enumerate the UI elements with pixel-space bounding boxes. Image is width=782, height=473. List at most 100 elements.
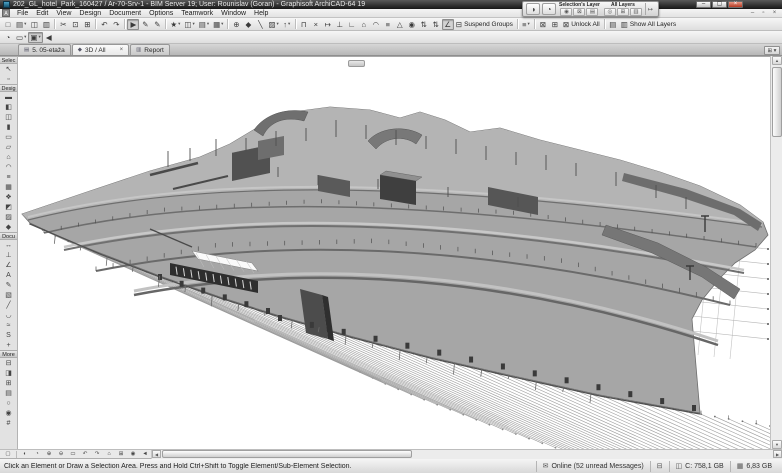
align-elements-button[interactable]: ≡ bbox=[382, 19, 394, 30]
fit-in-window-icon[interactable]: ▭ bbox=[67, 450, 79, 458]
element-information-button[interactable]: ▶ bbox=[127, 19, 139, 30]
toolbox-section-selec[interactable]: Selec bbox=[0, 56, 17, 64]
tab-floor-plan[interactable]: ▤5. 05-etaža bbox=[18, 44, 71, 55]
redo-button[interactable]: ↷ bbox=[110, 19, 122, 30]
close-button[interactable]: × bbox=[728, 1, 743, 8]
memory-status[interactable]: ▦6,83 GB bbox=[730, 461, 778, 472]
minimize-button[interactable]: – bbox=[696, 1, 711, 8]
menu-window[interactable]: Window bbox=[217, 9, 250, 18]
orientation-combo-button[interactable]: ↑▾ bbox=[281, 19, 293, 30]
beam-tool[interactable]: ▭ bbox=[1, 132, 16, 142]
tab-report[interactable]: ▥Report bbox=[130, 44, 170, 55]
teamwork-status[interactable]: ✉Online (52 unread Messages) bbox=[536, 461, 650, 472]
show-all-layers-button[interactable]: ▥Show All Layers bbox=[619, 19, 678, 30]
draw-segment-button[interactable]: ╲ bbox=[254, 19, 266, 30]
curve-edit-button[interactable]: ◠ bbox=[370, 19, 382, 30]
vertical-scroll-thumb[interactable] bbox=[772, 67, 782, 137]
scroll-right-icon[interactable]: ▶ bbox=[773, 450, 782, 458]
zone-tool[interactable]: ◩ bbox=[1, 202, 16, 212]
menu-teamwork[interactable]: Teamwork bbox=[177, 9, 217, 18]
menu-options[interactable]: Options bbox=[145, 9, 177, 18]
doc-close-button[interactable]: × bbox=[770, 9, 779, 17]
horizontal-scrollbar[interactable]: ◀ ▶ bbox=[151, 450, 782, 459]
worksheet-tool[interactable]: ▤ bbox=[1, 388, 16, 398]
wall-tool[interactable]: ▬ bbox=[1, 92, 16, 102]
elevate-elements-button[interactable]: △ bbox=[394, 19, 406, 30]
marquee-tool[interactable]: ▫ bbox=[1, 74, 16, 84]
stair-tool[interactable]: ≡ bbox=[1, 172, 16, 182]
quick-layer-cycle-icon[interactable]: ◔ bbox=[542, 3, 556, 15]
horizontal-scroll-thumb[interactable] bbox=[162, 450, 412, 458]
toolbox-section-docu[interactable]: Docu bbox=[0, 232, 17, 240]
adjust-elements-button[interactable]: ↦ bbox=[322, 19, 334, 30]
lock-selection-layer-icon[interactable]: ⊠ bbox=[573, 8, 585, 16]
door-tool[interactable]: ◧ bbox=[1, 102, 16, 112]
pan-icon[interactable]: ◐ bbox=[19, 450, 31, 458]
orbit-view-button[interactable]: ◔ bbox=[2, 32, 14, 43]
home-view-icon[interactable]: ⌂ bbox=[103, 450, 115, 458]
section-tool[interactable]: ⊟ bbox=[1, 358, 16, 368]
tab-list-button[interactable]: ⊞ ▾ bbox=[764, 46, 780, 55]
toolbox-section-desig[interactable]: Desig bbox=[0, 84, 17, 92]
tab-3d-all[interactable]: ◆3D / All× bbox=[72, 44, 129, 55]
open-file-button[interactable]: ▤▾ bbox=[14, 19, 28, 30]
spline-tool[interactable]: S bbox=[1, 330, 16, 340]
roof-accessories-button[interactable]: ⌂ bbox=[358, 19, 370, 30]
shell-tool[interactable]: ◠ bbox=[1, 162, 16, 172]
elevation-tool[interactable]: ◨ bbox=[1, 368, 16, 378]
group-elements-button[interactable]: ⇅ bbox=[418, 19, 430, 30]
snap-guides-button[interactable]: ∠ bbox=[442, 19, 454, 30]
ungroup-elements-button[interactable]: ⇅ bbox=[430, 19, 442, 30]
curtain-wall-tool[interactable]: ▦ bbox=[1, 182, 16, 192]
unlock-elements-button[interactable]: ⊞ bbox=[549, 19, 561, 30]
menu-edit[interactable]: Edit bbox=[32, 9, 52, 18]
undo-button[interactable]: ↶ bbox=[98, 19, 110, 30]
vertical-scrollbar[interactable]: ▲ ▼ bbox=[770, 56, 782, 449]
quick-options-icon[interactable]: ▢ bbox=[2, 450, 14, 458]
menu-design[interactable]: Design bbox=[75, 9, 105, 18]
zoom-out-icon[interactable]: ⊖ bbox=[55, 450, 67, 458]
hide-selection-layer-icon[interactable]: ◉ bbox=[560, 8, 572, 16]
view-settings-icon[interactable]: ◄ bbox=[139, 450, 151, 458]
camera-tool[interactable]: ◉ bbox=[1, 408, 16, 418]
new-file-button[interactable]: □ bbox=[2, 19, 14, 30]
menu-view[interactable]: View bbox=[52, 9, 75, 18]
scroll-up-icon[interactable]: ▲ bbox=[772, 56, 782, 65]
disk-space-status[interactable]: ◫C: 758,1 GB bbox=[669, 461, 730, 472]
interior-elevation-tool[interactable]: ⊞ bbox=[1, 378, 16, 388]
favorites-combo-button[interactable]: ★▾ bbox=[168, 19, 182, 30]
print-button[interactable]: ▥ bbox=[40, 19, 52, 30]
layer-combo-button[interactable]: ▤▾ bbox=[197, 19, 211, 30]
fillet-chamfer-button[interactable]: ∟ bbox=[346, 19, 358, 30]
fill-style-combo-button[interactable]: ▨▾ bbox=[266, 19, 280, 30]
level-dimension-tool[interactable]: ⊥ bbox=[1, 250, 16, 260]
reset-all-layers-icon[interactable]: ▥ bbox=[630, 8, 642, 16]
orbit-icon[interactable]: ◔ bbox=[31, 450, 43, 458]
slab-tool[interactable]: ▱ bbox=[1, 142, 16, 152]
intersect-elements-button[interactable]: ⊥ bbox=[334, 19, 346, 30]
more-options-button[interactable]: ≡▾ bbox=[520, 19, 532, 30]
grid-tool[interactable]: # bbox=[1, 418, 16, 428]
polyline-tool[interactable]: ≈ bbox=[1, 320, 16, 330]
save-file-button[interactable]: ◫ bbox=[28, 19, 40, 30]
inject-parameters-button[interactable]: ✎ bbox=[151, 19, 163, 30]
menu-help[interactable]: Help bbox=[250, 9, 272, 18]
object-tool[interactable]: ❖ bbox=[1, 192, 16, 202]
select-cursor-button[interactable]: ◀ bbox=[43, 32, 55, 43]
line-tool[interactable]: ╱ bbox=[1, 300, 16, 310]
pick-up-parameters-button[interactable]: ✎ bbox=[139, 19, 151, 30]
lock-elements-button[interactable]: ⊠ bbox=[537, 19, 549, 30]
tab-close-icon[interactable]: × bbox=[120, 47, 124, 53]
isolate-selection-layer-icon[interactable]: ▤ bbox=[586, 8, 598, 16]
angle-dimension-tool[interactable]: ∠ bbox=[1, 260, 16, 270]
text-tool[interactable]: A bbox=[1, 270, 16, 280]
fill-tool[interactable]: ▧ bbox=[1, 290, 16, 300]
trim-elements-button[interactable]: ⊓ bbox=[298, 19, 310, 30]
previous-view-icon[interactable]: ↶ bbox=[79, 450, 91, 458]
walk-mode-icon[interactable]: ◉ bbox=[127, 450, 139, 458]
rotate-elements-button[interactable]: ◉ bbox=[406, 19, 418, 30]
maximize-button[interactable]: ▢ bbox=[712, 1, 727, 8]
suspend-groups-button[interactable]: ⊟Suspend Groups bbox=[454, 19, 515, 30]
print-queue-status[interactable]: ⊟ bbox=[650, 461, 669, 472]
arc-tool[interactable]: ◡ bbox=[1, 310, 16, 320]
